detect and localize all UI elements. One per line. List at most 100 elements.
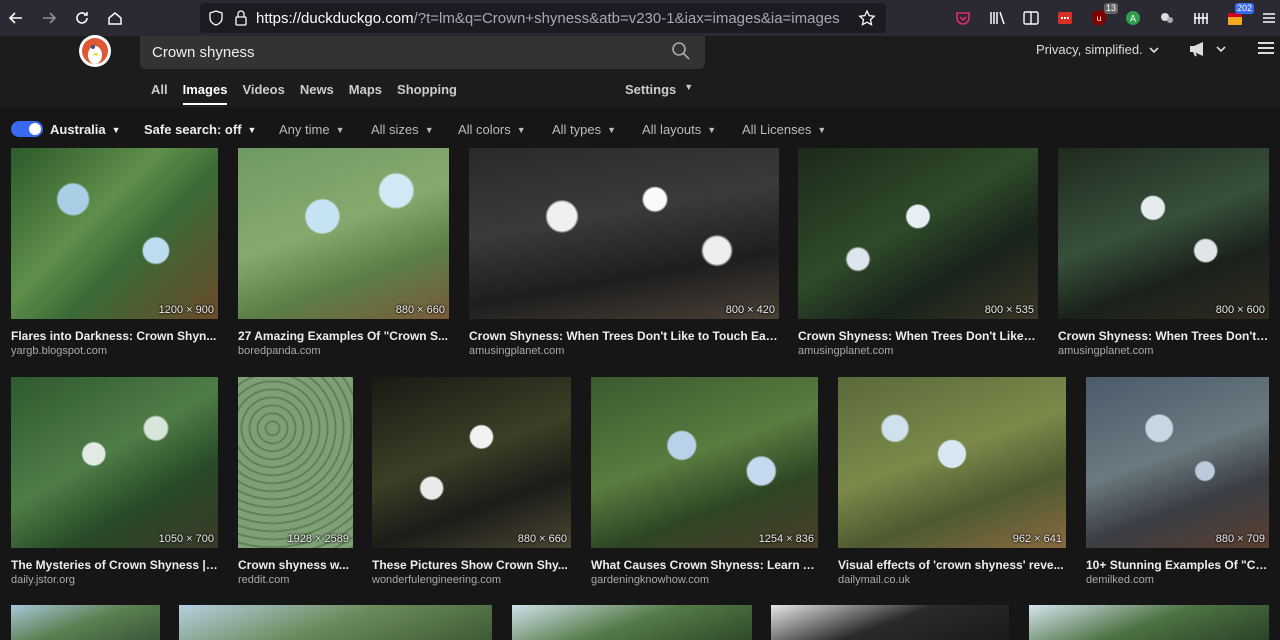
result-source[interactable]: yargb.blogspot.com bbox=[11, 345, 218, 357]
filter-bar: Australia ▼ Safe search: off ▼ Any time ▼ A… bbox=[0, 108, 1280, 148]
caret-down-icon: ▼ bbox=[247, 124, 257, 135]
result-title[interactable]: 10+ Stunning Examples Of "Cr... bbox=[1086, 558, 1269, 572]
result-source[interactable]: amusingplanet.com bbox=[798, 345, 1038, 357]
image-result[interactable]: 1928 × 2589 bbox=[238, 377, 353, 548]
layout-label: All layouts bbox=[642, 122, 702, 137]
image-result[interactable]: 880 × 660 bbox=[238, 148, 449, 319]
image-result[interactable] bbox=[1029, 605, 1269, 640]
duckduckgo-logo[interactable] bbox=[78, 34, 112, 68]
result-title[interactable]: Crown Shyness: When Trees Don't Like to … bbox=[469, 329, 779, 343]
home-icon[interactable] bbox=[99, 2, 131, 34]
result-title[interactable]: 27 Amazing Examples Of "Crown S... bbox=[238, 329, 449, 343]
url-text[interactable]: https://duckduckgo.com/?t=lm&q=Crown+shy… bbox=[256, 10, 840, 27]
extension-puzzle-icon[interactable] bbox=[1154, 5, 1180, 31]
hamburger-menu-icon[interactable] bbox=[1258, 41, 1274, 60]
svg-text:A: A bbox=[1130, 15, 1137, 25]
result-source[interactable]: daily.jstor.org bbox=[11, 574, 218, 586]
result-title[interactable]: Visual effects of 'crown shyness' reve..… bbox=[838, 558, 1066, 572]
caret-down-icon: ▼ bbox=[424, 124, 434, 135]
image-dimensions: 962 × 641 bbox=[1012, 533, 1062, 545]
license-filter[interactable]: All Licenses ▼ bbox=[742, 122, 826, 137]
pocket-icon[interactable] bbox=[950, 5, 976, 31]
result-title[interactable]: These Pictures Show Crown Shy... bbox=[372, 558, 571, 572]
caret-down-icon: ▼ bbox=[684, 82, 694, 92]
ublock-icon[interactable]: u 13 bbox=[1086, 3, 1118, 31]
back-icon[interactable] bbox=[0, 2, 32, 34]
result-thumbnail bbox=[469, 148, 779, 319]
image-result[interactable]: 1050 × 700 bbox=[11, 377, 218, 548]
image-result[interactable]: 880 × 709 bbox=[1086, 377, 1269, 548]
license-label: All Licenses bbox=[742, 122, 812, 137]
bookmark-star-icon[interactable] bbox=[858, 9, 876, 27]
settings-dropdown[interactable]: Settings ▼ bbox=[625, 82, 693, 97]
extension-bars-icon[interactable] bbox=[1188, 5, 1214, 31]
sidebar-icon[interactable] bbox=[1018, 5, 1044, 31]
result-title[interactable]: Crown shyness w... bbox=[238, 558, 353, 572]
result-title[interactable]: Crown Shyness: When Trees Don't ... bbox=[1058, 329, 1269, 343]
result-source[interactable]: amusingplanet.com bbox=[1058, 345, 1269, 357]
size-filter[interactable]: All sizes ▼ bbox=[371, 122, 434, 137]
address-bar[interactable]: https://duckduckgo.com/?t=lm&q=Crown+shy… bbox=[200, 3, 886, 33]
color-filter[interactable]: All colors ▼ bbox=[458, 122, 526, 137]
safe-search-label: Safe search: off bbox=[144, 122, 242, 137]
menu-icon[interactable] bbox=[1256, 5, 1280, 31]
result-source[interactable]: amusingplanet.com bbox=[469, 345, 779, 357]
search-input[interactable] bbox=[152, 44, 652, 61]
search-icon[interactable] bbox=[671, 41, 691, 61]
lock-icon[interactable] bbox=[234, 10, 248, 26]
forward-icon[interactable] bbox=[33, 2, 65, 34]
search-box[interactable] bbox=[140, 36, 705, 69]
image-result[interactable] bbox=[771, 605, 1009, 640]
image-dimensions: 1928 × 2589 bbox=[287, 533, 349, 545]
time-filter[interactable]: Any time ▼ bbox=[279, 122, 345, 137]
reload-icon[interactable] bbox=[66, 2, 98, 34]
extension-red-icon[interactable] bbox=[1052, 5, 1078, 31]
tab-videos[interactable]: Videos bbox=[242, 82, 284, 105]
tab-all[interactable]: All bbox=[151, 82, 168, 105]
result-thumbnail bbox=[591, 377, 818, 548]
result-thumbnail bbox=[11, 148, 218, 319]
result-source[interactable]: dailymail.co.uk bbox=[838, 574, 1066, 586]
image-dimensions: 880 × 660 bbox=[517, 533, 567, 545]
extension-green-icon[interactable]: A bbox=[1120, 5, 1146, 31]
type-filter[interactable]: All types ▼ bbox=[552, 122, 616, 137]
image-result[interactable]: 1254 × 836 bbox=[591, 377, 818, 548]
result-thumbnail bbox=[838, 377, 1066, 548]
image-result[interactable] bbox=[512, 605, 752, 640]
result-source[interactable]: demilked.com bbox=[1086, 574, 1269, 586]
library-icon[interactable] bbox=[984, 5, 1010, 31]
tab-maps[interactable]: Maps bbox=[349, 82, 382, 105]
image-result[interactable]: 800 × 600 bbox=[1058, 148, 1269, 319]
result-source[interactable]: reddit.com bbox=[238, 574, 353, 586]
image-result[interactable]: 800 × 420 bbox=[469, 148, 779, 319]
search-header: Privacy, simplified. All Images Videos N… bbox=[0, 34, 1280, 108]
region-toggle[interactable] bbox=[11, 121, 43, 137]
result-title[interactable]: Flares into Darkness: Crown Shyn... bbox=[11, 329, 218, 343]
tab-images[interactable]: Images bbox=[182, 82, 228, 105]
size-label: All sizes bbox=[371, 122, 419, 137]
result-source[interactable]: boredpanda.com bbox=[238, 345, 449, 357]
region-filter[interactable]: Australia ▼ bbox=[50, 122, 121, 137]
image-result[interactable]: 1200 × 900 bbox=[11, 148, 218, 319]
safe-search-filter[interactable]: Safe search: off ▼ bbox=[144, 122, 256, 137]
image-dimensions: 1200 × 900 bbox=[158, 304, 214, 316]
tab-news[interactable]: News bbox=[300, 82, 334, 105]
tab-shopping[interactable]: Shopping bbox=[397, 82, 457, 105]
ublock-badge: 13 bbox=[1103, 3, 1118, 14]
image-result[interactable]: 962 × 641 bbox=[838, 377, 1066, 548]
result-source[interactable]: wonderfulengineering.com bbox=[372, 574, 571, 586]
image-result[interactable]: 880 × 660 bbox=[372, 377, 571, 548]
image-result[interactable] bbox=[11, 605, 160, 640]
result-thumbnail bbox=[11, 377, 218, 548]
shield-icon[interactable] bbox=[208, 10, 224, 26]
image-result[interactable]: 800 × 535 bbox=[798, 148, 1038, 319]
layout-filter[interactable]: All layouts ▼ bbox=[642, 122, 716, 137]
image-result[interactable] bbox=[179, 605, 492, 640]
calendar-icon[interactable]: 202 bbox=[1222, 3, 1254, 31]
announcements-button[interactable] bbox=[1188, 41, 1226, 57]
result-title[interactable]: The Mysteries of Crown Shyness | ... bbox=[11, 558, 218, 572]
result-title[interactable]: Crown Shyness: When Trees Don't Like t..… bbox=[798, 329, 1038, 343]
result-source[interactable]: gardeningknowhow.com bbox=[591, 574, 818, 586]
privacy-dropdown[interactable]: Privacy, simplified. bbox=[1036, 42, 1159, 57]
result-title[interactable]: What Causes Crown Shyness: Learn A... bbox=[591, 558, 818, 572]
